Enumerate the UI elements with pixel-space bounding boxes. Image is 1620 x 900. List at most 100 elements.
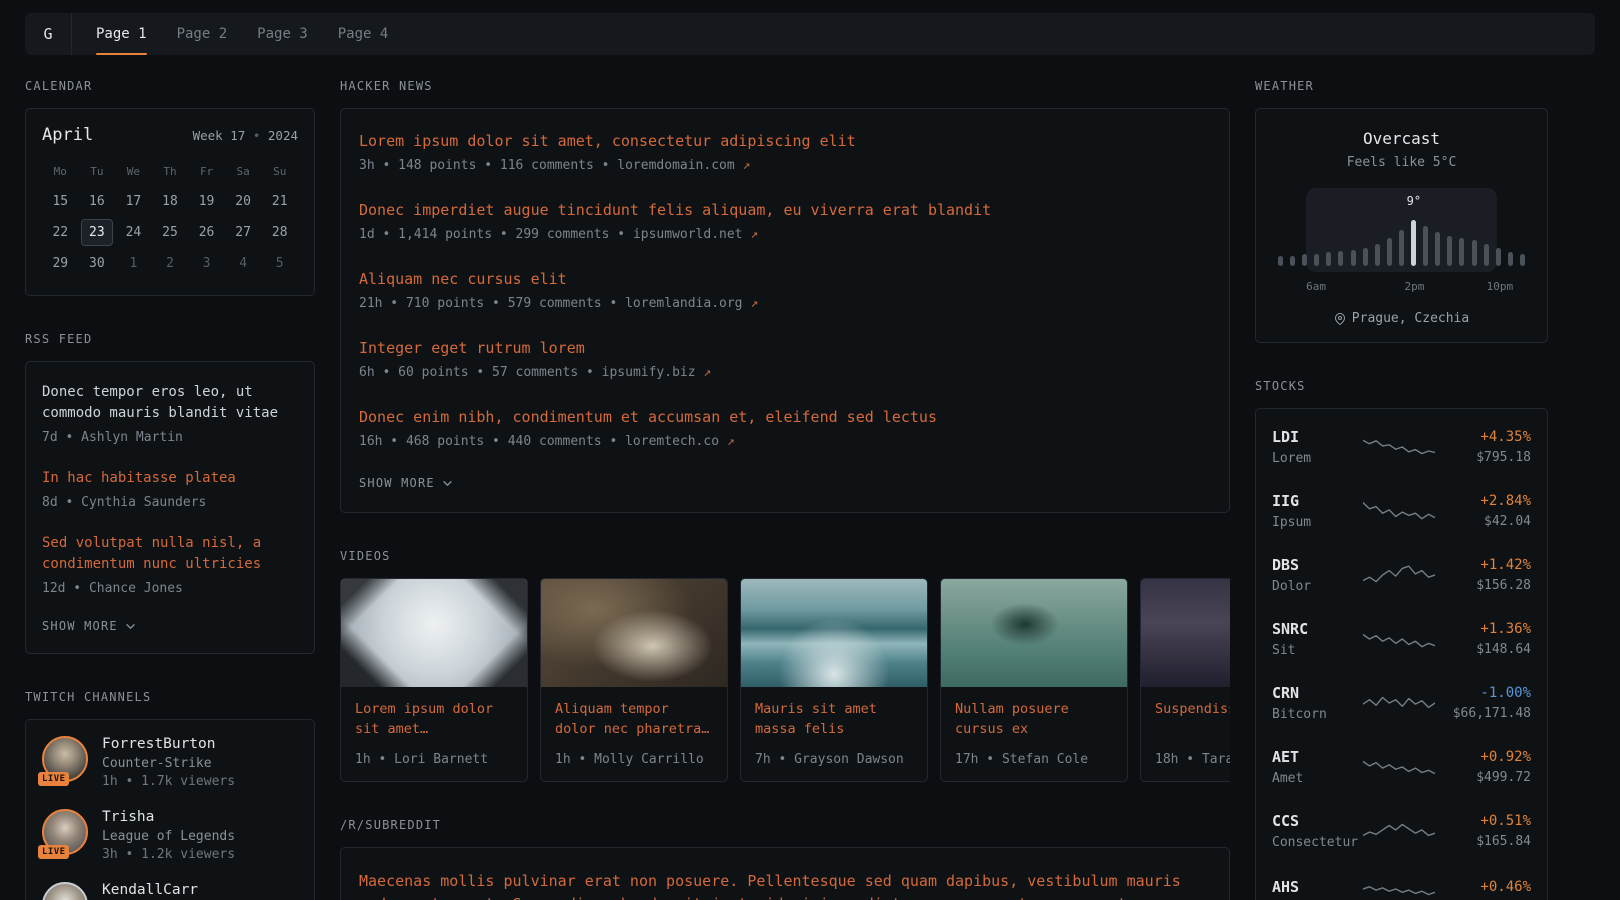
tab-page-4[interactable]: Page 4 <box>338 13 389 55</box>
calendar-day[interactable]: 22 <box>42 217 79 248</box>
stock-price: $66,171.48 <box>1439 706 1531 721</box>
stock-row-aet[interactable]: AET Amet +0.92% $499.72 <box>1272 735 1531 799</box>
video-thumbnail[interactable] <box>741 579 927 687</box>
stock-row-crn[interactable]: CRN Bitcorn -1.00% $66,171.48 <box>1272 671 1531 735</box>
calendar-day[interactable]: 5 <box>261 248 298 279</box>
calendar-day[interactable]: 28 <box>261 217 298 248</box>
channel-name[interactable]: Trisha <box>102 809 235 825</box>
rss-item[interactable]: Sed volutpat nulla nisl, a condimentum n… <box>42 533 298 596</box>
hackernews-item-meta: 6h • 60 points • 57 comments • ipsumify.… <box>359 365 1211 380</box>
subreddit-item-headline[interactable]: Maecenas mollis pulvinar erat non posuer… <box>359 870 1211 900</box>
calendar-day[interactable]: 4 <box>225 248 262 279</box>
calendar-day[interactable]: 15 <box>42 186 79 217</box>
video-card[interactable]: Lorem ipsum dolor sit amet consectetu… 1… <box>340 578 528 782</box>
stock-row-iig[interactable]: IIG Ipsum +2.84% $42.04 <box>1272 479 1531 543</box>
calendar-day[interactable]: 18 <box>152 186 189 217</box>
stock-row-ccs[interactable]: CCS Consectetur +0.51% $165.84 <box>1272 799 1531 863</box>
hackernews-item-headline[interactable]: Donec imperdiet augue tincidunt felis al… <box>359 200 1211 221</box>
calendar-month: April <box>42 125 93 145</box>
stock-values: +0.46% <box>1439 879 1531 900</box>
calendar-dow: We <box>115 159 152 186</box>
weather-time-label: 6am <box>1306 280 1326 293</box>
video-thumbnail[interactable] <box>941 579 1127 687</box>
video-body: Lorem ipsum dolor sit amet consectetu… 1… <box>341 687 527 781</box>
dashboard-columns: CALENDAR April Week 17 • 2024 Mo Tu We <box>25 79 1595 900</box>
hackernews-item[interactable]: Integer eget rutrum lorem 6h • 60 points… <box>359 338 1211 380</box>
stock-name: Bitcorn <box>1272 707 1358 722</box>
calendar-day[interactable]: 3 <box>188 248 225 279</box>
stock-row-ldi[interactable]: LDI Lorem +4.35% $795.18 <box>1272 415 1531 479</box>
stock-row-ahs[interactable]: AHS +0.46% <box>1272 863 1531 900</box>
tab-page-2[interactable]: Page 2 <box>177 13 228 55</box>
subreddit-item[interactable]: Maecenas mollis pulvinar erat non posuer… <box>359 870 1211 900</box>
weather-location: Prague, Czechia <box>1272 311 1531 326</box>
rss-item[interactable]: Donec tempor eros leo, ut commodo mauris… <box>42 382 298 445</box>
calendar-day[interactable]: 27 <box>225 217 262 248</box>
video-title[interactable]: Mauris sit amet massa felis <box>755 699 913 740</box>
calendar-card: April Week 17 • 2024 Mo Tu We Th Fr Sa <box>25 108 315 296</box>
stock-change: +1.42% <box>1439 557 1531 573</box>
channel-name[interactable]: ForrestBurton <box>102 736 235 752</box>
stock-row-dbs[interactable]: DBS Dolor +1.42% $156.28 <box>1272 543 1531 607</box>
video-title[interactable]: Nullam posuere cursus ex <box>955 699 1113 740</box>
rss-item[interactable]: In hac habitasse platea 8d • Cynthia Sau… <box>42 468 298 510</box>
channel-game: League of Legends <box>102 829 235 844</box>
video-thumbnail[interactable] <box>1141 579 1230 687</box>
stock-name: Ipsum <box>1272 515 1358 530</box>
video-card[interactable]: Aliquam tempor dolor nec pharetra… 1h • … <box>540 578 728 782</box>
twitch-widget-title: TWITCH CHANNELS <box>25 690 315 704</box>
calendar-day[interactable]: 29 <box>42 248 79 279</box>
rss-item-headline[interactable]: Donec tempor eros leo, ut commodo mauris… <box>42 382 298 424</box>
video-thumbnail[interactable] <box>541 579 727 687</box>
calendar-day[interactable]: 30 <box>79 248 116 279</box>
source-link[interactable]: loremlandia.org <box>625 296 742 311</box>
twitch-widget: TWITCH CHANNELS LIVE ForrestBurton Count… <box>25 690 315 900</box>
source-link[interactable]: ipsumworld.net <box>633 227 743 242</box>
calendar-day[interactable]: 1 <box>115 248 152 279</box>
hackernews-item-headline[interactable]: Integer eget rutrum lorem <box>359 338 1211 359</box>
hackernews-item[interactable]: Donec enim nibh, condimentum et accumsan… <box>359 407 1211 449</box>
hackernews-show-more-button[interactable]: SHOW MORE <box>359 476 1211 490</box>
rss-item-headline[interactable]: Sed volutpat nulla nisl, a condimentum n… <box>42 533 298 575</box>
video-card[interactable]: Nullam posuere cursus ex 17h • Stefan Co… <box>940 578 1128 782</box>
rss-item-headline[interactable]: In hac habitasse platea <box>42 468 298 489</box>
video-card[interactable]: Mauris sit amet massa felis 7h • Grayson… <box>740 578 928 782</box>
source-link[interactable]: loremdomain.com <box>617 158 734 173</box>
calendar-day[interactable]: 16 <box>79 186 116 217</box>
calendar-day[interactable]: 20 <box>225 186 262 217</box>
calendar-day[interactable]: 21 <box>261 186 298 217</box>
calendar-day-selected[interactable]: 23 <box>81 219 113 246</box>
video-title[interactable]: Lorem ipsum dolor sit amet consectetu… <box>355 699 513 740</box>
hackernews-item-headline[interactable]: Aliquam nec cursus elit <box>359 269 1211 290</box>
stock-ticker: AET <box>1272 748 1358 766</box>
calendar-day[interactable]: 26 <box>188 217 225 248</box>
hackernews-item[interactable]: Aliquam nec cursus elit 21h • 710 points… <box>359 269 1211 311</box>
stock-row-snrc[interactable]: SNRC Sit +1.36% $148.64 <box>1272 607 1531 671</box>
video-thumbnail[interactable] <box>341 579 527 687</box>
rss-show-more-button[interactable]: SHOW MORE <box>42 619 298 633</box>
hackernews-item-headline[interactable]: Lorem ipsum dolor sit amet, consectetur … <box>359 131 1211 152</box>
hackernews-item-headline[interactable]: Donec enim nibh, condimentum et accumsan… <box>359 407 1211 428</box>
twitch-channel[interactable]: LIVE Trisha League of Legends 3h • 1.2k … <box>42 809 298 862</box>
video-card[interactable]: Suspendisse diam 18h • Tara <box>1140 578 1230 782</box>
channel-name[interactable]: KendallCarr <box>102 882 198 898</box>
calendar-day[interactable]: 17 <box>115 186 152 217</box>
tab-page-3[interactable]: Page 3 <box>257 13 308 55</box>
hackernews-item[interactable]: Lorem ipsum dolor sit amet, consectetur … <box>359 131 1211 173</box>
source-link[interactable]: ipsumify.biz <box>602 365 696 380</box>
video-title[interactable]: Aliquam tempor dolor nec pharetra… <box>555 699 713 740</box>
calendar-day[interactable]: 24 <box>115 217 152 248</box>
calendar-day[interactable]: 25 <box>152 217 189 248</box>
twitch-channel[interactable]: KendallCarr <box>42 882 298 900</box>
hackernews-item[interactable]: Donec imperdiet augue tincidunt felis al… <box>359 200 1211 242</box>
video-title[interactable]: Suspendisse diam <box>1155 699 1230 719</box>
app-logo[interactable]: G <box>25 13 72 55</box>
show-more-label: SHOW MORE <box>42 619 118 633</box>
tab-page-1[interactable]: Page 1 <box>96 13 147 55</box>
show-more-label: SHOW MORE <box>359 476 435 490</box>
calendar-day[interactable]: 19 <box>188 186 225 217</box>
meta-text: 1d • 1,414 points • 299 comments • <box>359 227 633 242</box>
calendar-day[interactable]: 2 <box>152 248 189 279</box>
twitch-channel[interactable]: LIVE ForrestBurton Counter-Strike 1h • 1… <box>42 736 298 789</box>
source-link[interactable]: loremtech.co <box>625 434 719 449</box>
